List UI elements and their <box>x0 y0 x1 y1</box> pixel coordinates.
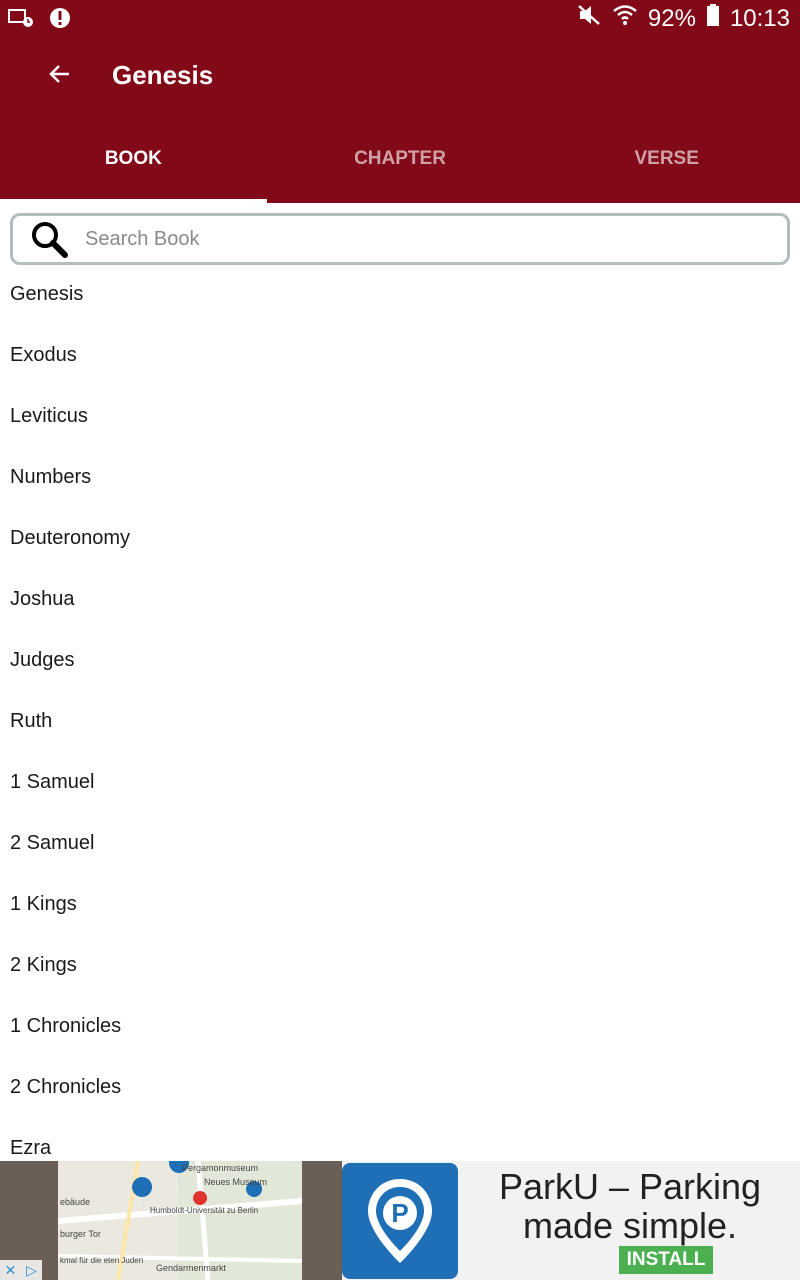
arrow-back-icon <box>48 62 72 91</box>
install-button[interactable]: INSTALL <box>619 1246 713 1274</box>
list-item[interactable]: Joshua <box>0 569 800 630</box>
ad-headline[interactable]: ParkU – Parking made simple. <box>470 1167 790 1245</box>
list-item[interactable]: 1 Samuel <box>0 752 800 813</box>
close-icon[interactable]: ✕ <box>0 1260 21 1280</box>
map-label: Pergamonmuseum <box>182 1163 258 1173</box>
list-item[interactable]: 1 Kings <box>0 874 800 935</box>
search-input[interactable] <box>83 226 787 252</box>
toolbar: Genesis <box>0 36 800 118</box>
back-button[interactable] <box>36 54 84 98</box>
list-item[interactable]: Leviticus <box>0 386 800 447</box>
list-item[interactable]: Exodus <box>0 325 800 386</box>
ad-choices: ✕ ▷ <box>0 1260 42 1280</box>
mute-icon <box>576 3 602 34</box>
list-item[interactable]: Deuteronomy <box>0 508 800 569</box>
search-icon <box>27 217 71 261</box>
wifi-icon <box>612 3 638 34</box>
ad-info-icon[interactable]: ▷ <box>21 1260 42 1280</box>
battery-icon <box>706 3 720 34</box>
ad-logo-letter: P <box>391 1198 408 1228</box>
tab-bar: BOOK CHAPTER VERSE <box>0 118 800 203</box>
cast-icon <box>8 8 34 33</box>
book-list: Genesis Exodus Leviticus Numbers Deutero… <box>0 264 800 1161</box>
map-label: ebäude <box>60 1197 90 1207</box>
map-label: Gendarmenmarkt <box>156 1263 227 1273</box>
clock: 10:13 <box>729 4 790 32</box>
list-item[interactable]: Numbers <box>0 447 800 508</box>
list-item[interactable]: Ezra <box>0 1118 800 1161</box>
alert-icon <box>48 6 72 35</box>
tab-verse[interactable]: VERSE <box>533 118 800 203</box>
ad-map-image: Pergamonmuseum Neues Museum ebäude Humbo… <box>58 1161 302 1280</box>
list-item[interactable]: 2 Chronicles <box>0 1057 800 1118</box>
battery-percent: 92% <box>647 4 696 32</box>
tab-chapter[interactable]: CHAPTER <box>267 118 534 203</box>
map-label: kmal für die eten Juden <box>60 1256 143 1265</box>
list-item[interactable]: Ruth <box>0 691 800 752</box>
list-item[interactable]: 2 Kings <box>0 935 800 996</box>
status-bar: 92% 10:13 <box>0 0 800 36</box>
map-label: Neues Museum <box>204 1177 267 1187</box>
list-item[interactable]: 2 Samuel <box>0 813 800 874</box>
page-title: Genesis <box>112 60 214 90</box>
ad-banner[interactable]: Pergamonmuseum Neues Museum ebäude Humbo… <box>0 1161 800 1280</box>
map-label: burger Tor <box>60 1229 101 1239</box>
ad-app-logo: P <box>342 1163 458 1279</box>
list-item[interactable]: Genesis <box>0 264 800 325</box>
app-bar: 92% 10:13 Genesis BOOK CHAPTER VERSE <box>0 0 800 203</box>
map-label: Humboldt-Universität zu Berlin <box>150 1206 258 1215</box>
list-item[interactable]: 1 Chronicles <box>0 996 800 1057</box>
search-box[interactable] <box>10 213 790 265</box>
tab-book[interactable]: BOOK <box>0 118 267 203</box>
list-item[interactable]: Judges <box>0 630 800 691</box>
